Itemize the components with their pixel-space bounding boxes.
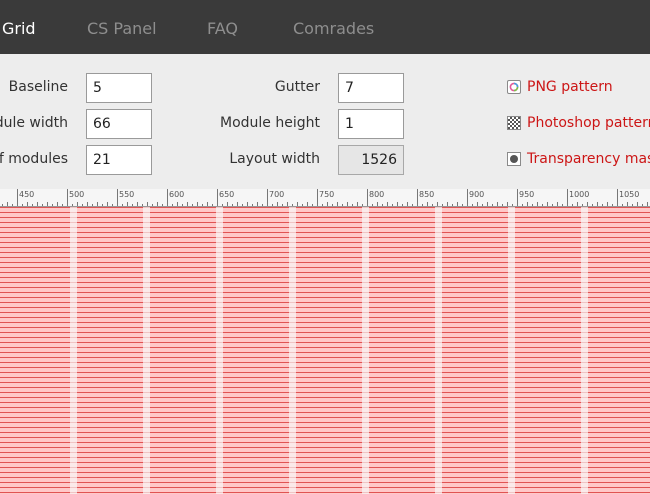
- ruler-label: 500: [69, 190, 85, 199]
- ruler-label: 450: [19, 190, 35, 199]
- gutter-label: Gutter: [274, 79, 320, 95]
- nav-tab-cs-panel[interactable]: CS Panel: [87, 19, 157, 38]
- layout-width-label: Layout width: [229, 151, 320, 167]
- transparency-mask-icon: [507, 152, 521, 166]
- ruler-label: 550: [119, 190, 135, 199]
- number-of-modules-label: of modules: [0, 151, 68, 167]
- ruler-label: 650: [219, 190, 235, 199]
- grid-gutter: [143, 207, 150, 494]
- grid-gutter: [70, 207, 77, 494]
- ruler-label: 900: [469, 190, 485, 199]
- grid-gutter: [435, 207, 442, 494]
- layout-width-output: [338, 145, 404, 175]
- module-width-input[interactable]: [86, 109, 152, 139]
- module-height-label: Module height: [220, 115, 320, 131]
- ruler-label: 1000: [569, 190, 590, 199]
- grid-gutter: [216, 207, 223, 494]
- grid-gutter: [289, 207, 296, 494]
- ruler-label: 700: [269, 190, 285, 199]
- photoshop-pattern-link[interactable]: Photoshop pattern: [527, 115, 650, 131]
- ruler-label: 800: [369, 190, 385, 199]
- ruler-label: 950: [519, 190, 535, 199]
- png-pattern-link[interactable]: PNG pattern: [527, 79, 613, 95]
- module-width-label: dule width: [0, 115, 68, 131]
- module-height-input[interactable]: [338, 109, 404, 139]
- top-nav-bar: Grid CS Panel FAQ Comrades: [0, 0, 650, 54]
- grid-gutter: [581, 207, 588, 494]
- baseline-input[interactable]: [86, 73, 152, 103]
- baseline-label: Baseline: [8, 79, 68, 95]
- png-pattern-icon: [507, 80, 521, 94]
- nav-tab-faq[interactable]: FAQ: [207, 19, 238, 38]
- photoshop-pattern-icon: [507, 116, 521, 130]
- grid-preview: [0, 207, 650, 494]
- grid-gutter: [508, 207, 515, 494]
- ruler-label: 600: [169, 190, 185, 199]
- ruler-label: 1050: [619, 190, 640, 199]
- nav-tab-grid[interactable]: Grid: [2, 19, 36, 38]
- transparency-mask-link[interactable]: Transparency mask: [527, 151, 650, 167]
- nav-tab-comrades[interactable]: Comrades: [293, 19, 374, 38]
- gutter-input[interactable]: [338, 73, 404, 103]
- ruler-label: 850: [419, 190, 435, 199]
- grid-gutter: [362, 207, 369, 494]
- pixel-ruler: 450 500 550 600 650 700 750 800 850 900 950 1000 105…: [0, 189, 650, 207]
- number-of-modules-input[interactable]: [86, 145, 152, 175]
- ruler-label: 750: [319, 190, 335, 199]
